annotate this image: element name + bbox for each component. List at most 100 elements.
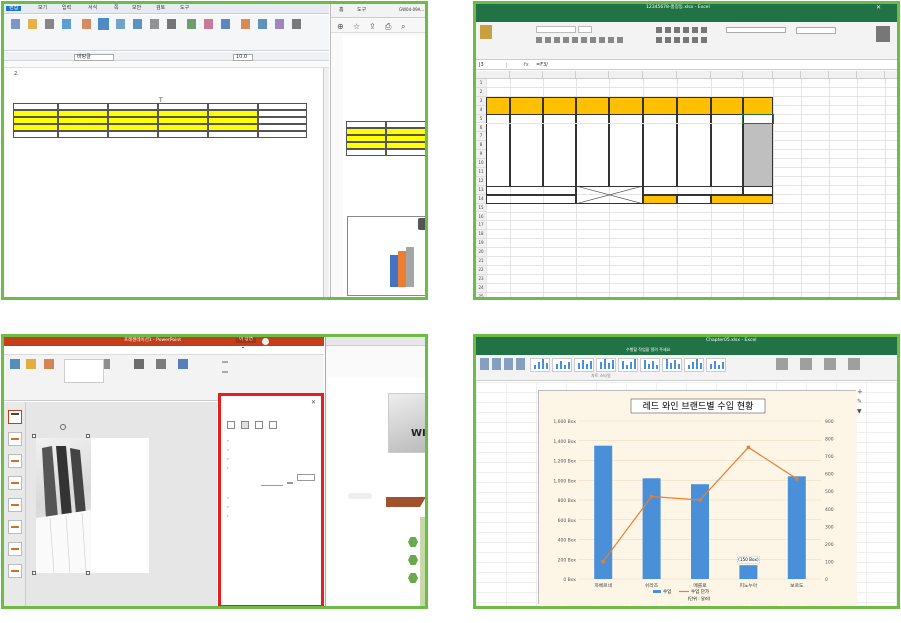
data-cell[interactable] [643, 123, 677, 133]
slide-thumb[interactable] [8, 520, 22, 534]
slide-thumb[interactable] [8, 498, 22, 512]
row-header[interactable]: 21 [476, 257, 486, 266]
align-icon[interactable] [701, 27, 707, 33]
user-name[interactable]: 이 상연 [236, 337, 256, 343]
row-header[interactable]: 13 [476, 185, 486, 195]
data-cell[interactable] [677, 123, 711, 133]
data-cell[interactable] [609, 168, 643, 177]
formula-input[interactable]: =F3/ [536, 63, 548, 68]
row-header[interactable]: 22 [476, 265, 486, 275]
row-header[interactable]: 5 [476, 114, 486, 124]
tab-12[interactable] [241, 347, 244, 348]
data-cell[interactable] [643, 168, 677, 177]
header-cell[interactable] [543, 96, 576, 115]
row-header[interactable]: 2 [476, 87, 486, 97]
data-cell[interactable] [743, 159, 773, 168]
data-cell[interactable] [576, 150, 609, 160]
chart-style-icon[interactable]: ✎ [857, 398, 862, 405]
data-cell[interactable] [486, 168, 510, 177]
resize-handle[interactable] [86, 571, 90, 575]
menu-edit[interactable]: 편집 [6, 6, 22, 11]
row-header[interactable]: 15 [476, 203, 486, 213]
col-header[interactable] [743, 71, 773, 79]
align-icon[interactable] [701, 37, 707, 43]
menu-review[interactable]: 검토 [156, 6, 165, 11]
data-cell[interactable] [510, 132, 543, 142]
align-icon[interactable] [692, 37, 698, 43]
data-cell[interactable] [643, 114, 677, 124]
row-header[interactable]: 16 [476, 212, 486, 222]
align-icon[interactable] [665, 37, 671, 43]
slide-thumb[interactable] [8, 410, 22, 424]
fmt-icon[interactable] [608, 37, 614, 43]
row-header[interactable]: 19 [476, 239, 486, 249]
data-cell[interactable] [643, 141, 677, 151]
size-slider[interactable] [261, 485, 283, 486]
data-cell[interactable] [609, 150, 643, 160]
row-header[interactable]: 1 [476, 79, 486, 88]
ribbon-icon[interactable] [516, 358, 525, 370]
align-icon[interactable] [656, 37, 662, 43]
resize-handle[interactable] [32, 434, 36, 438]
menu-format[interactable]: 서식 [88, 6, 97, 11]
col-header[interactable] [773, 71, 801, 79]
data-cell[interactable] [609, 123, 643, 133]
fmt-icon[interactable] [590, 37, 596, 43]
close-icon[interactable]: ✕ [311, 399, 316, 406]
data-cell[interactable] [711, 176, 743, 186]
chart-elements-icon[interactable]: + [857, 388, 863, 396]
data-cell[interactable] [711, 150, 743, 160]
data-cell[interactable] [677, 168, 711, 177]
data-cell[interactable] [743, 176, 773, 186]
close-icon[interactable]: ✕ [876, 4, 881, 11]
chart-style-thumb[interactable] [552, 358, 572, 372]
print-icon[interactable]: ⎙ [385, 22, 391, 32]
col-header[interactable] [486, 71, 510, 79]
chart-style-thumb[interactable] [618, 358, 638, 372]
align-icon[interactable] [683, 27, 689, 33]
name-box[interactable]: J3 [479, 63, 507, 68]
row-header[interactable]: 24 [476, 283, 486, 293]
data-cell[interactable] [711, 114, 743, 124]
col-header[interactable] [711, 71, 743, 79]
row-header[interactable]: 6 [476, 123, 486, 133]
col-header[interactable] [677, 71, 711, 79]
align-icon[interactable] [683, 37, 689, 43]
header-cell[interactable] [743, 96, 773, 115]
row-header[interactable]: 11 [476, 168, 486, 177]
align-icon[interactable] [665, 27, 671, 33]
data-cell[interactable] [543, 168, 576, 177]
row-header[interactable]: 17 [476, 221, 486, 231]
fmt-icon[interactable] [572, 37, 578, 43]
data-cell[interactable] [510, 123, 543, 133]
menu-view[interactable]: 보기 [38, 6, 47, 11]
data-cell[interactable] [643, 176, 677, 186]
col-header[interactable] [885, 71, 897, 79]
avatar[interactable] [262, 338, 269, 345]
data-cell[interactable] [576, 176, 609, 186]
data-cell[interactable] [543, 114, 576, 124]
ribbon-icon[interactable] [480, 358, 489, 370]
row-header[interactable]: 7 [476, 132, 486, 142]
pane-section-2[interactable]: › [227, 457, 229, 462]
fmt-icon[interactable] [581, 37, 587, 43]
data-cell[interactable] [677, 114, 711, 124]
data-cell[interactable] [609, 141, 643, 151]
chart-style-thumb[interactable] [596, 358, 616, 372]
data-cell[interactable] [643, 159, 677, 168]
data-cell[interactable] [486, 132, 510, 142]
data-cell[interactable] [609, 114, 643, 124]
ribbon-icon[interactable] [824, 358, 836, 370]
fill-line-icon[interactable] [227, 421, 235, 429]
data-cell[interactable] [576, 141, 609, 151]
font-select[interactable]: 바탕글 [74, 54, 114, 61]
data-cell[interactable] [486, 176, 510, 186]
menu-insert[interactable]: 입력 [62, 6, 71, 11]
size-value[interactable] [287, 482, 293, 484]
data-cell[interactable] [677, 141, 711, 151]
chart-object[interactable]: 레드 와인 브랜드별 수입 현황 0 Box 200 Box 400 Box 600 B… [538, 390, 857, 605]
data-cell[interactable] [711, 168, 743, 177]
align-icon[interactable] [656, 27, 662, 33]
pane-section-0[interactable]: › [227, 439, 229, 444]
scrollbar[interactable] [323, 68, 329, 297]
